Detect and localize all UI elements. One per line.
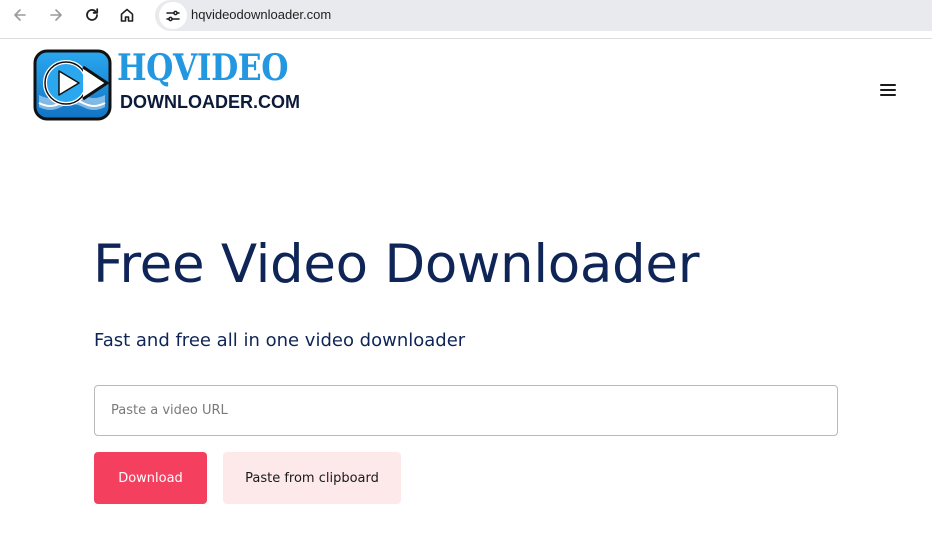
video-url-input[interactable] <box>94 385 838 436</box>
forward-button[interactable] <box>45 4 67 26</box>
logo-text-top: HQVIDEO <box>117 47 289 89</box>
reload-button[interactable] <box>81 4 103 26</box>
paste-from-clipboard-button[interactable]: Paste from clipboard <box>223 452 401 504</box>
logo-text-bottom: DOWNLOADER.COM <box>120 92 300 112</box>
arrow-right-icon <box>50 9 62 21</box>
play-logo-icon <box>33 49 112 121</box>
hamburger-menu-icon-line <box>880 89 896 91</box>
arrow-left-icon <box>14 9 26 21</box>
tune-icon <box>166 10 180 21</box>
hamburger-menu-icon <box>880 84 896 86</box>
browser-toolbar: hqvideodownloader.com <box>0 0 932 31</box>
reload-icon <box>86 8 99 21</box>
home-button[interactable] <box>116 4 138 26</box>
toolbar-divider <box>0 38 932 39</box>
hamburger-menu-icon-line <box>880 94 896 96</box>
address-bar[interactable]: hqvideodownloader.com <box>155 0 932 31</box>
download-button[interactable]: Download <box>94 452 207 504</box>
home-icon <box>120 8 134 22</box>
page-subtitle: Fast and free all in one video downloade… <box>94 330 466 351</box>
url-text[interactable]: hqvideodownloader.com <box>191 7 331 22</box>
site-logo[interactable]: HQVIDEO DOWNLOADER.COM <box>33 47 333 123</box>
back-button[interactable] <box>9 4 31 26</box>
hamburger-menu-button[interactable] <box>878 81 900 99</box>
page-title: Free Video Downloader <box>93 234 700 295</box>
site-info-button[interactable] <box>159 2 187 29</box>
